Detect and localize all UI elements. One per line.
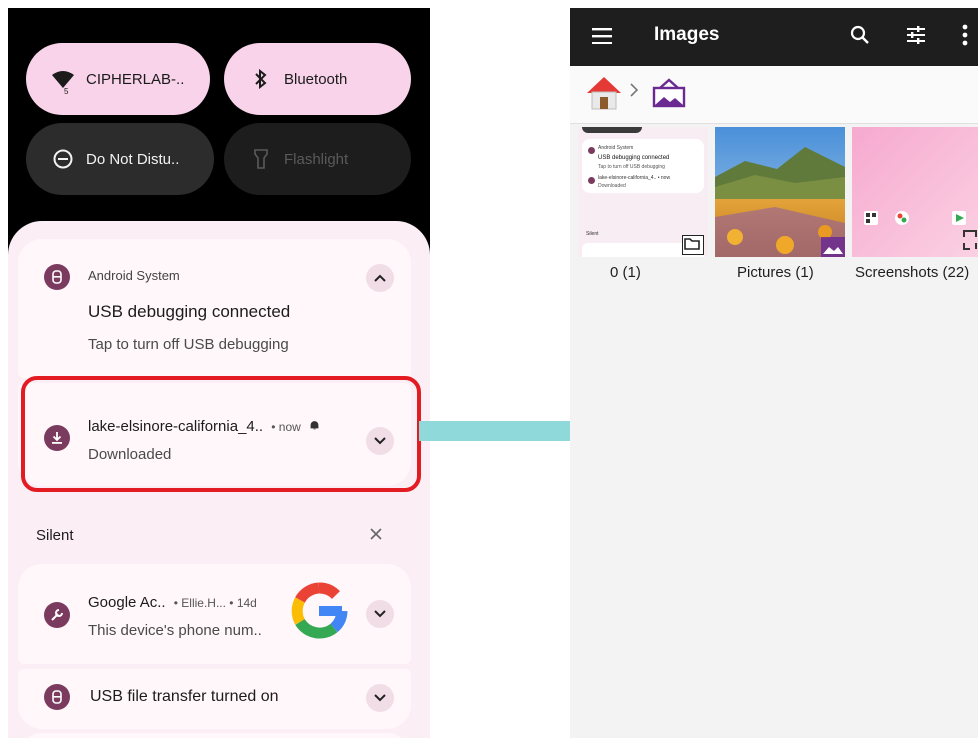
google-body: This device's phone num.. <box>88 622 262 639</box>
folder-thumb-pictures[interactable] <box>715 127 845 257</box>
google-logo <box>288 580 350 642</box>
wifi-tile-label: CIPHERLAB-.. <box>86 70 185 88</box>
mini-notification-card: Android System USB debugging connected T… <box>582 139 704 193</box>
wrench-icon <box>44 602 70 628</box>
images-folder-icon[interactable] <box>652 78 686 113</box>
breadcrumb-separator-icon <box>630 83 639 102</box>
usb-debugging-notification[interactable]: Android System USB debugging connected T… <box>18 239 411 378</box>
mini-download-body: Downloaded <box>598 183 626 189</box>
do-not-disturb-icon <box>50 149 76 169</box>
mini-title: USB debugging connected <box>598 155 670 161</box>
flashlight-icon <box>248 149 274 169</box>
wifi-band-badge: 5 <box>64 87 69 96</box>
clear-silent-button[interactable] <box>370 523 382 546</box>
mini-app-icon <box>588 147 595 154</box>
mini-download-title: lake-elsinore-california_4.. • now <box>598 175 671 181</box>
notification-shade-screen: 5 CIPHERLAB-.. Bluetooth Do Not Distu.. … <box>8 8 430 738</box>
bluetooth-icon <box>248 69 274 89</box>
google-meta: • Ellie.H... • 14d <box>173 596 257 610</box>
menu-icon[interactable] <box>592 28 612 49</box>
android-system-icon <box>44 684 70 710</box>
app-toolbar: Images <box>570 8 978 66</box>
chevron-down-icon <box>374 610 386 618</box>
usb-file-transfer-notification[interactable]: USB file transfer turned on <box>18 669 411 729</box>
breadcrumb <box>570 66 978 124</box>
notification-app-name: Android System <box>88 268 180 283</box>
do-not-disturb-tile[interactable]: Do Not Distu.. <box>26 123 214 195</box>
usb-transfer-title: USB file transfer turned on <box>90 688 279 705</box>
home-icon[interactable] <box>586 76 622 115</box>
flashlight-tile-label: Flashlight <box>284 150 349 168</box>
flashlight-tile[interactable]: Flashlight <box>224 123 411 195</box>
google-notification[interactable]: Google Ac.. • Ellie.H... • 14d This devi… <box>18 564 411 664</box>
notification-body: Tap to turn off USB debugging <box>88 336 289 353</box>
google-title: Google Ac.. <box>88 594 166 611</box>
bluetooth-tile-label: Bluetooth <box>284 70 348 88</box>
notification-title: USB debugging connected <box>88 302 291 321</box>
mini-body: Tap to turn off USB debugging <box>598 164 665 170</box>
folder-badge-icon <box>682 235 704 255</box>
folder-caption-screenshots: Screenshots (22) <box>855 264 970 281</box>
google-expand-button[interactable] <box>366 600 394 628</box>
folder-thumb-screenshots[interactable] <box>852 127 978 257</box>
filter-sliders-icon[interactable] <box>906 25 926 50</box>
mini-silent: Silent <box>586 231 599 237</box>
mini-download-icon <box>588 177 595 184</box>
more-options-icon[interactable] <box>962 24 968 51</box>
screenshot-preview <box>852 127 978 257</box>
wifi-icon <box>50 70 76 88</box>
google-title-row: Google Ac.. • Ellie.H... • 14d <box>88 594 257 611</box>
mini-tile <box>582 127 642 133</box>
search-icon[interactable] <box>850 25 870 50</box>
bluetooth-tile[interactable]: Bluetooth <box>224 43 411 115</box>
folder-caption-0: 0 (1) <box>610 264 641 281</box>
landscape-photo <box>715 127 845 257</box>
usb-transfer-expand-button[interactable] <box>366 684 394 712</box>
android-system-icon <box>44 264 70 290</box>
do-not-disturb-tile-label: Do Not Distu.. <box>86 150 180 168</box>
wifi-tile[interactable]: 5 CIPHERLAB-.. <box>26 43 210 115</box>
collapse-chevron-button[interactable] <box>366 264 394 292</box>
app-title: Images <box>654 24 720 45</box>
mini-app-name: Android System <box>598 145 634 151</box>
folder-thumb-0[interactable]: Android System USB debugging connected T… <box>578 127 708 257</box>
chevron-down-icon <box>374 694 386 702</box>
close-icon <box>370 528 382 540</box>
chevron-up-icon <box>374 274 386 282</box>
next-notification-edge <box>18 733 411 738</box>
silent-section-header: Silent <box>36 527 74 544</box>
images-app-screen: Images Android System USB debugging conn… <box>570 8 978 738</box>
folder-caption-pictures: Pictures (1) <box>737 264 814 281</box>
download-highlight-frame <box>21 376 421 492</box>
